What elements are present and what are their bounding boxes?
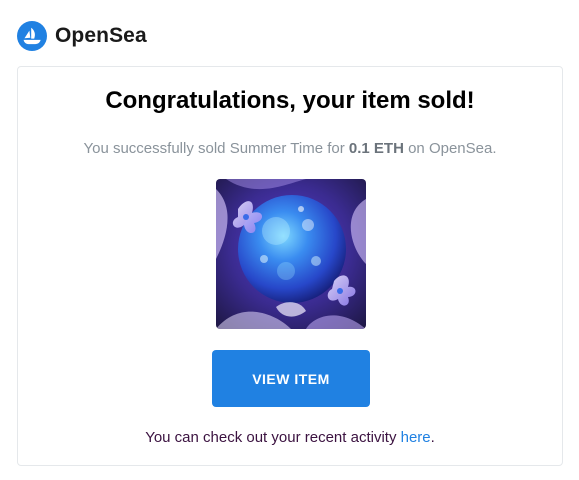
recent-activity-suffix: . — [430, 429, 435, 446]
recent-activity-text: You can check out your recent activity h… — [18, 429, 562, 446]
opensea-logo-icon[interactable] — [17, 21, 47, 51]
item-image[interactable] — [216, 179, 366, 329]
recent-activity-prefix: You can check out your recent activity — [145, 429, 401, 446]
sale-price: 0.1 ETH — [348, 140, 404, 157]
sale-notification-card: Congratulations, your item sold! You suc… — [17, 66, 563, 466]
item-name: Summer Time — [229, 140, 324, 157]
item-artwork — [216, 179, 366, 329]
card-title: Congratulations, your item sold! — [105, 87, 475, 114]
brand-name: OpenSea — [55, 24, 147, 47]
sale-description-prefix: You successfully sold — [83, 140, 230, 157]
sale-description-mid: for — [323, 140, 349, 157]
sale-description-suffix: on OpenSea. — [403, 140, 497, 157]
sale-description: You successfully sold Summer Time for 0.… — [18, 140, 562, 157]
view-item-button[interactable]: VIEW ITEM — [212, 350, 370, 407]
header: OpenSea — [17, 21, 147, 51]
recent-activity-link[interactable]: here — [401, 429, 431, 446]
